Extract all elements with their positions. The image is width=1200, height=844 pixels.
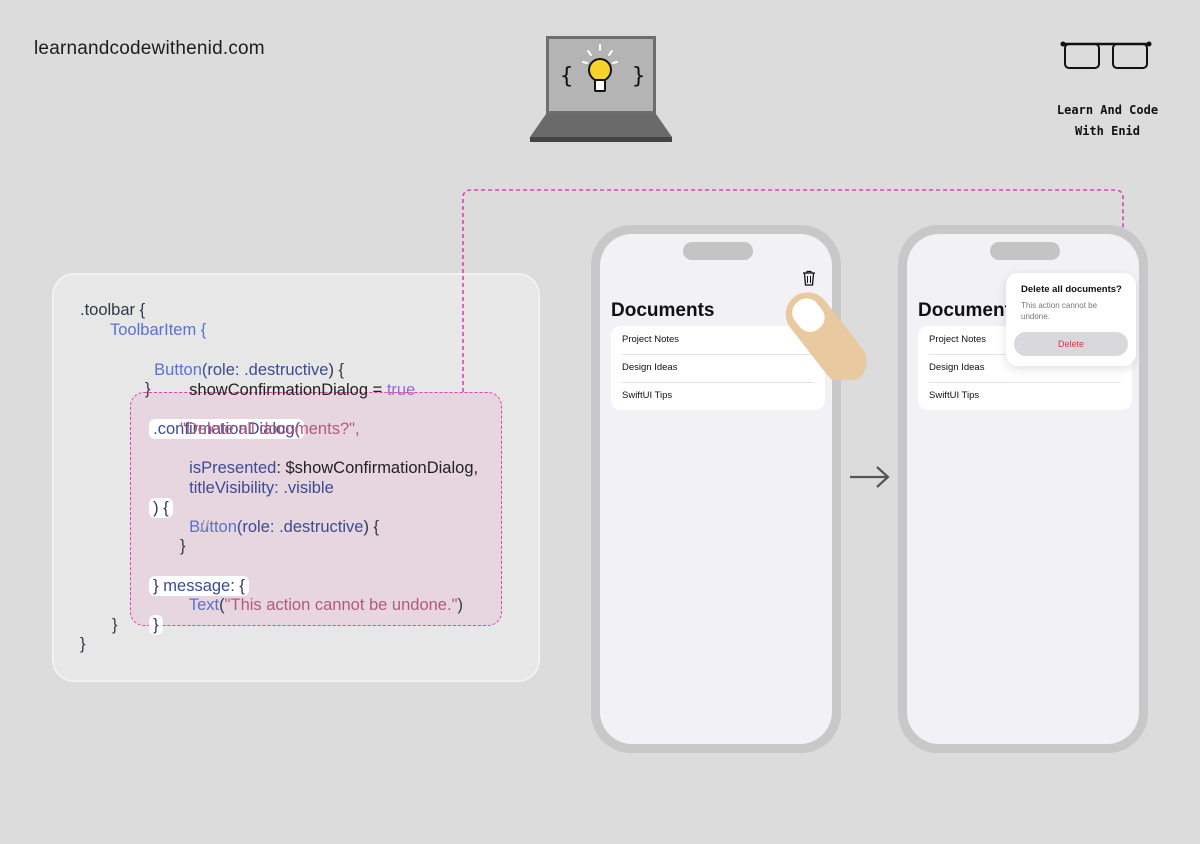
code-line: "Delete all documents?",	[180, 420, 360, 438]
code-token: .destructive	[279, 518, 364, 536]
code-line: }	[80, 635, 86, 653]
finger-tap-icon	[785, 292, 867, 380]
code-line: }	[180, 537, 186, 555]
nav-title: Documents	[611, 300, 715, 321]
code-token: true	[386, 381, 416, 399]
code-line: Button(role: .destructive) {	[180, 497, 379, 537]
site-url: learnandcodewithenid.com	[34, 38, 265, 59]
code-token: (role:	[236, 518, 280, 536]
confirmation-dialog: Delete all documents? This action cannot…	[1006, 273, 1136, 366]
code-token: }	[149, 615, 163, 635]
brand-name-line2: With Enid	[1074, 124, 1141, 138]
dynamic-island	[683, 242, 753, 260]
svg-text:{: {	[560, 64, 573, 89]
arrow-right-icon	[850, 466, 890, 488]
code-line: ) {	[140, 478, 173, 518]
code-line: Text("This action cannot be undone.")	[180, 575, 463, 615]
code-line: //	[200, 518, 210, 536]
delete-button[interactable]: Delete	[1014, 332, 1128, 356]
svg-text:}: }	[632, 64, 645, 89]
code-line: titleVisibility: .visible	[180, 458, 334, 498]
phone-screen: Documents Project Notes Design Ideas Swi…	[907, 234, 1139, 744]
phone-after: Documents Project Notes Design Ideas Swi…	[898, 225, 1148, 753]
glasses-icon	[1060, 41, 1152, 69]
code-line: showConfirmationDialog = true	[180, 360, 415, 400]
code-token: )	[457, 596, 463, 614]
list-item[interactable]: SwiftUI Tips	[918, 382, 1132, 410]
code-token: titleVisibility	[189, 479, 275, 497]
code-token: }	[153, 577, 164, 595]
code-token: Text	[188, 596, 220, 614]
code-token: Button	[189, 518, 237, 536]
brand-name: Learn And Code With Enid	[1040, 100, 1175, 142]
brand-name-line1: Learn And Code	[1056, 103, 1159, 117]
code-line: }	[140, 595, 163, 635]
dialog-message: This action cannot be undone.	[1021, 301, 1098, 321]
code-token: "This action cannot be undone."	[224, 596, 458, 614]
code-line: }	[145, 380, 151, 398]
code-token: showConfirmationDialog =	[189, 381, 387, 399]
list-item[interactable]: SwiftUI Tips	[611, 382, 825, 410]
code-line: .toolbar {	[80, 301, 146, 319]
code-token: ) {	[149, 498, 173, 518]
code-token: : .visible	[274, 479, 334, 497]
code-line: ToolbarItem {	[110, 321, 207, 339]
laptop-lightbulb-icon: { }	[530, 36, 672, 142]
code-line: }	[112, 616, 118, 634]
dialog-title: Delete all documents?	[1021, 284, 1122, 295]
code-token: ) {	[363, 518, 380, 536]
dynamic-island	[990, 242, 1060, 260]
